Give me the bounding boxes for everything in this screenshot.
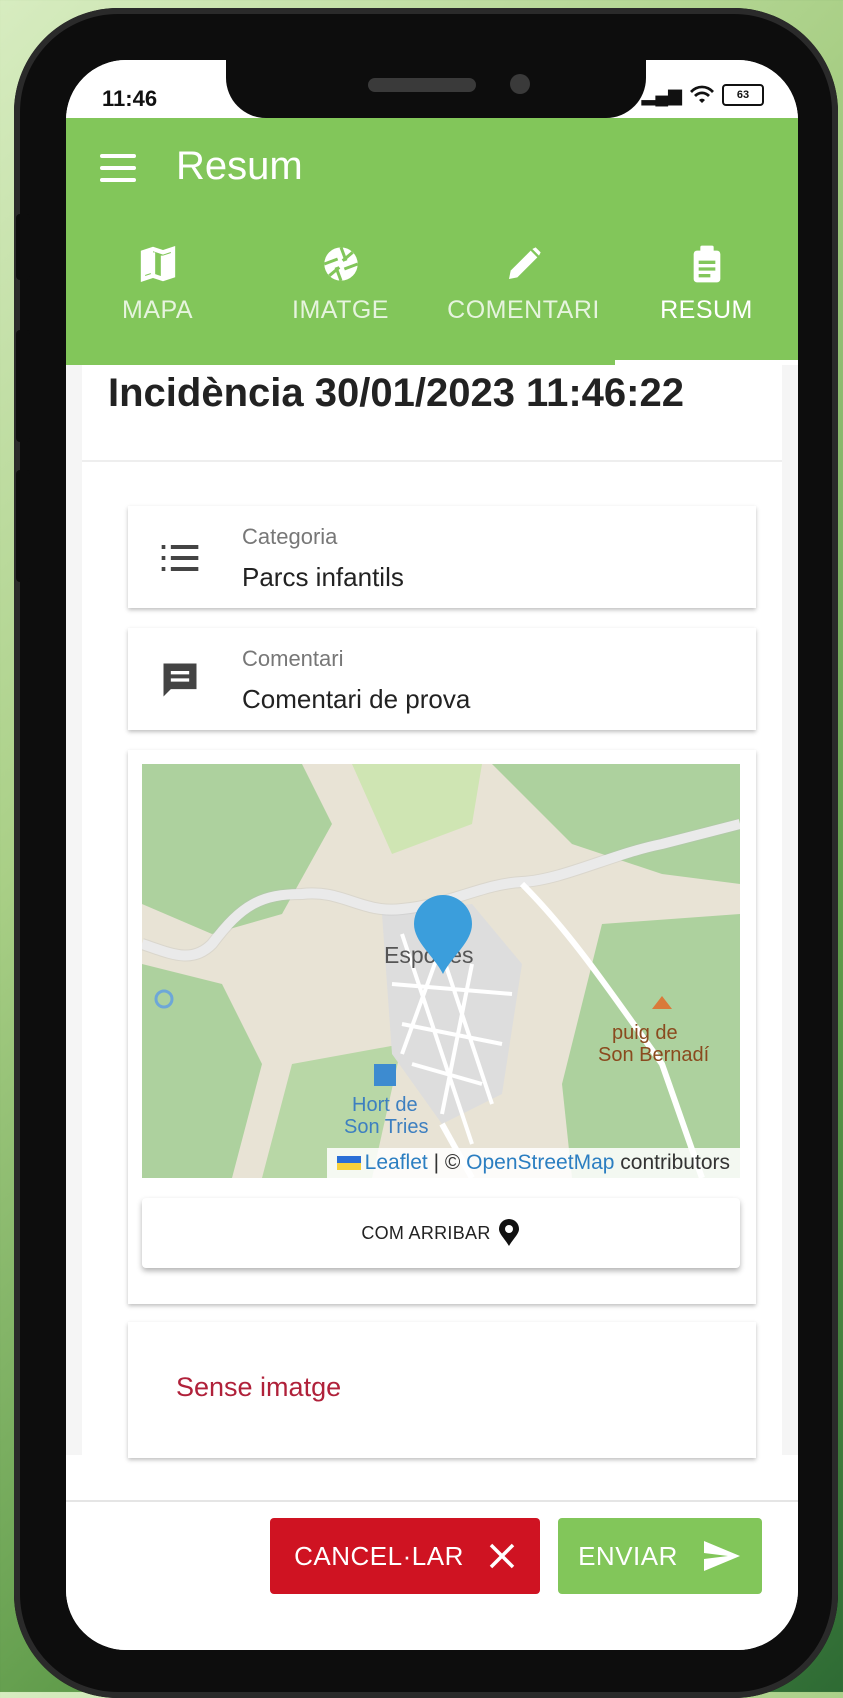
cancel-label: CANCEL·LAR — [294, 1540, 464, 1571]
camera-aperture-icon — [323, 246, 358, 282]
page-title: Resum — [176, 144, 303, 188]
close-icon — [489, 1543, 515, 1569]
comment-card: Comentari Comentari de prova — [128, 628, 756, 730]
status-icons: ▂▄▆ 63 — [642, 84, 764, 106]
send-icon — [703, 1541, 740, 1571]
volume-up-button — [16, 330, 30, 442]
incident-title: Incidència 30/01/2023 11:46:22 — [108, 371, 684, 415]
comment-value: Comentari de prova — [242, 684, 471, 714]
send-label: ENVIAR — [578, 1540, 678, 1571]
map-place-label: Son Tries — [344, 1116, 429, 1138]
map-icon — [140, 245, 175, 283]
map-attribution: Leaflet | © OpenStreetMap contributors — [326, 1148, 740, 1178]
location-map[interactable]: Esporles puig de Son Bernadí Hort de Son… — [142, 764, 740, 1178]
wifi-icon — [690, 85, 714, 103]
leaflet-link[interactable]: Leaflet — [365, 1151, 428, 1174]
no-image-text: Sense imatge — [176, 1372, 342, 1402]
signal-icon: ▂▄▆ — [641, 84, 682, 105]
list-icon — [161, 544, 199, 572]
action-footer: CANCEL·LAR ENVIAR — [66, 1500, 798, 1650]
image-status-card: Sense imatge — [128, 1322, 756, 1458]
map-place-label: Hort de — [352, 1094, 418, 1116]
status-time: 11:46 — [102, 86, 158, 111]
get-directions-label: COM ARRIBAR — [361, 1222, 491, 1243]
location-pin-marker[interactable] — [412, 894, 474, 976]
cancel-button[interactable]: CANCEL·LAR — [270, 1518, 540, 1594]
comment-label: Comentari — [242, 646, 344, 671]
map-place-label: Son Bernadí — [598, 1044, 710, 1066]
app-bar: Resum MAPA IMATGE COMENTARI RESUM — [66, 118, 798, 365]
map-card: Esporles puig de Son Bernadí Hort de Son… — [128, 750, 756, 1304]
tab-mapa[interactable]: MAPA — [66, 238, 249, 365]
volume-down-button — [16, 470, 30, 582]
summary-card: Categoria Parcs infantils Comentari Come… — [82, 462, 782, 1462]
category-card: Categoria Parcs infantils — [128, 506, 756, 608]
openstreetmap-link[interactable]: OpenStreetMap — [466, 1151, 614, 1174]
tab-comentari[interactable]: COMENTARI — [432, 238, 615, 365]
side-button — [16, 214, 30, 280]
summary-header: Incidència 30/01/2023 11:46:22 — [82, 365, 782, 462]
send-button[interactable]: ENVIAR — [558, 1518, 762, 1594]
category-label: Categoria — [242, 524, 338, 549]
category-value: Parcs infantils — [242, 562, 404, 592]
comment-icon — [163, 663, 197, 697]
tab-imatge[interactable]: IMATGE — [249, 238, 432, 365]
attribution-separator: | © — [427, 1151, 467, 1174]
tab-label: RESUM — [660, 296, 753, 324]
ukraine-flag-icon — [336, 1156, 361, 1171]
summary-content: Incidència 30/01/2023 11:46:22 Categoria… — [66, 365, 798, 1462]
tab-label: MAPA — [122, 296, 193, 324]
menu-icon[interactable] — [100, 154, 136, 182]
tab-resum[interactable]: RESUM — [615, 238, 798, 365]
tab-label: COMENTARI — [447, 296, 600, 324]
get-directions-button[interactable]: COM ARRIBAR — [142, 1198, 740, 1268]
front-camera — [510, 74, 530, 94]
phone-screen: 11:46 ▂▄▆ 63 Resum MAPA IMATGE COMENTARI — [66, 60, 798, 1650]
location-pin-icon — [498, 1219, 519, 1246]
speaker-grille — [368, 78, 476, 92]
tab-label: IMATGE — [292, 296, 389, 324]
camera-notch — [226, 60, 646, 118]
battery-icon: 63 — [722, 84, 764, 106]
tab-bar: MAPA IMATGE COMENTARI RESUM — [66, 238, 798, 365]
pencil-icon — [508, 247, 541, 279]
clipboard-icon — [693, 245, 720, 283]
map-place-label: puig de — [612, 1022, 678, 1044]
attribution-suffix: contributors — [614, 1151, 730, 1174]
